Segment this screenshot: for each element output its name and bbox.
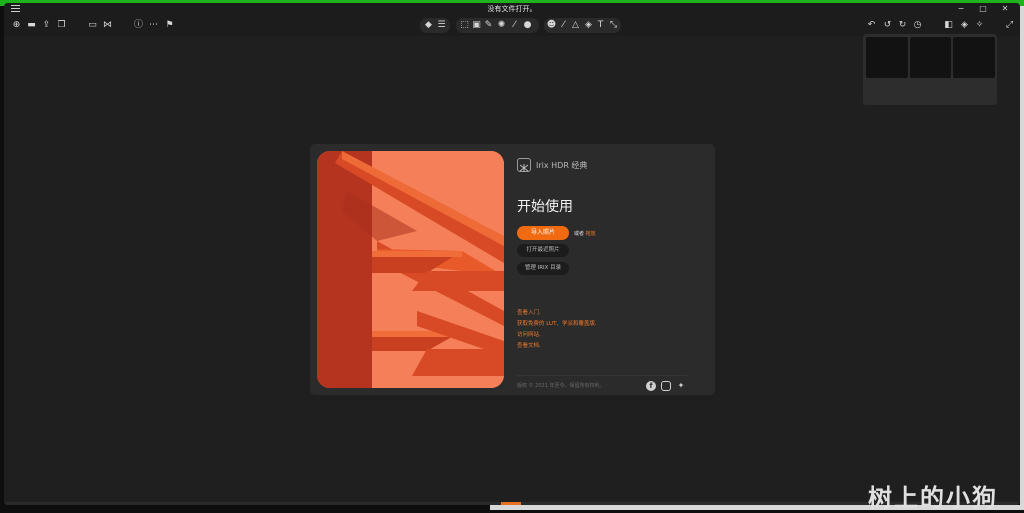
sticker-icon[interactable]: ●	[522, 20, 533, 31]
crop-ratio-icon[interactable]: ▣	[471, 20, 482, 31]
sparkle-icon[interactable]: ✺	[496, 20, 507, 31]
open-recent-button[interactable]: 打开最近照片	[517, 244, 569, 257]
compare-icon[interactable]: ⋈	[102, 20, 113, 31]
window-icon[interactable]: ▭	[87, 20, 98, 31]
layers-icon[interactable]: ◈	[583, 20, 594, 31]
minimize-button[interactable]: −	[952, 3, 970, 15]
undo-all-icon[interactable]: ↺	[882, 20, 893, 31]
toolbar: ⊕ ▬ ⇪ ❐ ▭ ⋈ ⓘ ⋯ ⚑ ◆ ☰ ⬚ ▣ ✎ ✺ ⁄ ● ☻ ⁄ △ …	[4, 16, 1020, 36]
social-links: f ✦	[646, 381, 686, 391]
or-label: 或者	[574, 231, 585, 237]
logo-icon	[517, 158, 531, 172]
app-window: 没有文件打开。 − □ ✕ ⊕ ▬ ⇪ ❐ ▭ ⋈ ⓘ ⋯ ⚑ ◆ ☰ ⬚ ▣ …	[4, 3, 1020, 505]
add-icon[interactable]: ⊕	[11, 20, 22, 31]
facebook-icon[interactable]: f	[646, 381, 656, 391]
link-website[interactable]: 访问网站.	[517, 330, 597, 341]
history-icon[interactable]: ◷	[912, 20, 923, 31]
maximize-button[interactable]: □	[974, 3, 992, 15]
tag-icon[interactable]: ◆	[423, 20, 434, 31]
panel-icon[interactable]: ◧	[943, 20, 954, 31]
wand-icon[interactable]: ⁄	[558, 20, 569, 31]
copyright-text: 版权 © 2021 年至今。保留所有权利。	[517, 383, 605, 389]
link-free-luts[interactable]: 获取免费的 LUT、学派和覆盖版.	[517, 319, 597, 330]
mask-icon[interactable]: ☻	[546, 20, 557, 31]
drag-drop-link[interactable]: 拖放	[586, 231, 596, 237]
manage-catalog-button[interactable]: 管理 IRIX 目录	[517, 262, 569, 275]
thumbnail[interactable]	[866, 37, 908, 78]
instagram-icon[interactable]	[661, 381, 671, 391]
export-icon[interactable]: ⇪	[41, 20, 52, 31]
eyedropper-icon[interactable]: ✎	[483, 20, 494, 31]
transform-icon[interactable]: ⤡	[608, 20, 619, 31]
redo-icon[interactable]: ↻	[897, 20, 908, 31]
expand-icon[interactable]: ⤢	[1004, 20, 1015, 31]
dialog-heading: 开始使用	[517, 199, 573, 215]
triangle-icon[interactable]: △	[570, 20, 581, 31]
more-icon[interactable]: ⋯	[148, 20, 159, 31]
stack-icon[interactable]: ◈	[959, 20, 970, 31]
link-getting-started[interactable]: 查看入门.	[517, 308, 597, 319]
background-window-edge	[1020, 6, 1024, 510]
watermark-text: 树上的小狗	[868, 484, 998, 512]
close-button[interactable]: ✕	[996, 3, 1014, 15]
divider	[517, 375, 687, 376]
info-icon[interactable]: ⓘ	[133, 20, 144, 31]
flag-icon[interactable]: ⚑	[164, 20, 175, 31]
thumbnail[interactable]	[953, 37, 996, 78]
sliders-icon[interactable]: ☰	[436, 20, 447, 31]
brand-name: Irix HDR 经典	[536, 160, 588, 170]
crop-icon[interactable]: ⬚	[459, 20, 470, 31]
title-bar: 没有文件打开。 − □ ✕	[4, 3, 1020, 16]
brand: Irix HDR 经典	[517, 158, 587, 172]
thumbnail[interactable]	[909, 37, 952, 78]
or-drop-text: 或者 拖放	[574, 230, 596, 237]
welcome-image	[317, 151, 504, 388]
navigator-panel	[863, 34, 997, 105]
link-documentation[interactable]: 查看文档.	[517, 341, 597, 352]
import-photo-button[interactable]: 导入照片	[517, 226, 569, 240]
window-title: 没有文件打开。	[487, 5, 537, 13]
magic-icon[interactable]: ✧	[974, 20, 985, 31]
welcome-dialog: Irix HDR 经典 开始使用 导入照片 或者 拖放 打开最近照片 管理 IR…	[310, 144, 715, 395]
folder-icon[interactable]: ▬	[26, 20, 37, 31]
text-icon[interactable]: T	[595, 20, 606, 31]
twitter-icon[interactable]: ✦	[676, 381, 686, 391]
help-links: 查看入门. 获取免费的 LUT、学派和覆盖版. 访问网站. 查看文档.	[517, 308, 597, 352]
brush-icon[interactable]: ⁄	[509, 20, 520, 31]
undo-icon[interactable]: ↶	[866, 20, 877, 31]
copy-icon[interactable]: ❐	[56, 20, 67, 31]
